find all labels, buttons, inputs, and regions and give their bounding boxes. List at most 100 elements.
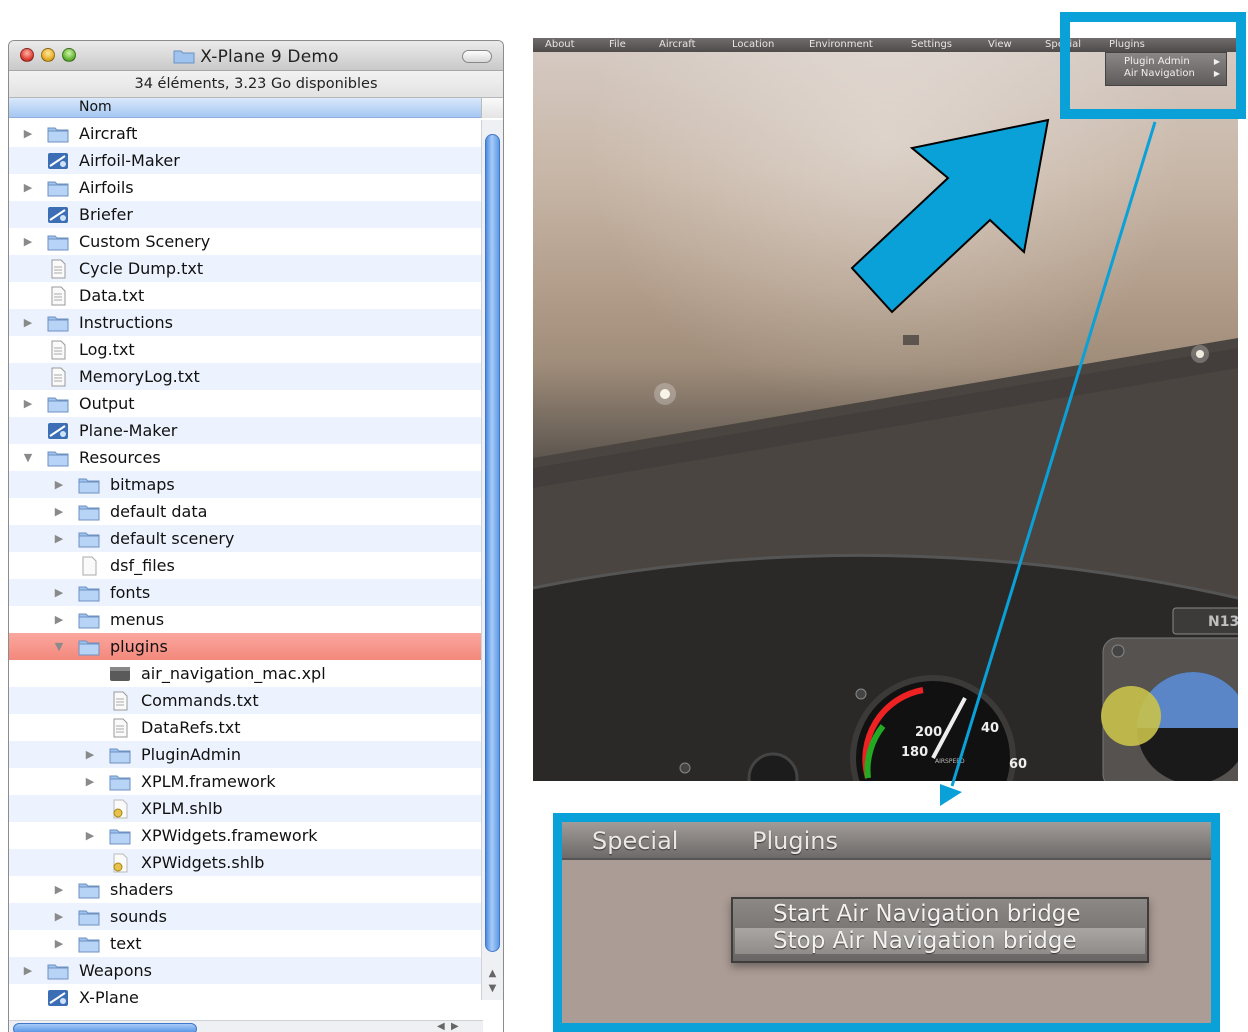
row-label: X-Plane [79,988,139,1007]
sim-menu-aircraft[interactable]: Aircraft [659,38,696,52]
folder-row[interactable]: ▶ shaders [9,876,483,903]
file-row[interactable]: X-Plane [9,984,483,1011]
xplane-sim-view: N13 200 180 40 60 AIRSPEED About File Airc… [533,38,1238,781]
folder-row[interactable]: ▼ plugins [9,633,483,660]
airspeed-label-40: 40 [981,721,999,736]
file-row[interactable]: XPLM.shlb [9,795,483,822]
column-header-corner [481,98,503,118]
airspeed-caption: AIRSPEED [935,758,965,765]
folder-icon [173,48,195,69]
window-title-text: X-Plane 9 Demo [200,47,339,67]
folder-row[interactable]: ▼ Resources [9,444,483,471]
folder-row[interactable]: ▶ fonts [9,579,483,606]
disclosure-closed-icon[interactable]: ▶ [52,930,66,957]
sim-menu-about[interactable]: About [545,38,575,52]
folder-row[interactable]: ▶ XPWidgets.framework [9,822,483,849]
sim-menu-file[interactable]: File [609,38,626,52]
disclosure-closed-icon[interactable]: ▶ [52,579,66,606]
file-row[interactable]: Data.txt [9,282,483,309]
disclosure-closed-icon[interactable]: ▶ [52,876,66,903]
airspeed-label-200: 200 [915,725,942,740]
folder-row[interactable]: ▶ Aircraft [9,120,483,147]
sim-menu-location[interactable]: Location [732,38,774,52]
file-row[interactable]: DataRefs.txt [9,714,483,741]
file-row[interactable]: Log.txt [9,336,483,363]
disclosure-open-icon[interactable]: ▼ [21,444,35,471]
stop-bridge-menu-item[interactable]: Stop Air Navigation bridge [735,928,1145,954]
row-label: sounds [110,907,167,926]
folder-row[interactable]: ▶ XPLM.framework [9,768,483,795]
folder-row[interactable]: ▶ default data [9,498,483,525]
disclosure-closed-icon[interactable]: ▶ [52,606,66,633]
disclosure-closed-icon[interactable]: ▶ [21,228,35,255]
disclosure-closed-icon[interactable]: ▶ [21,174,35,201]
folder-row[interactable]: ▶ bitmaps [9,471,483,498]
vertical-scroll-thumb[interactable] [485,134,500,952]
vertical-scrollbar[interactable]: ▲ ▼ [481,120,503,1000]
file-row[interactable]: dsf_files [9,552,483,579]
sim-menu-environment[interactable]: Environment [809,38,873,52]
row-label: MemoryLog.txt [79,367,200,386]
folder-row[interactable]: ▶ text [9,930,483,957]
disclosure-closed-icon[interactable]: ▶ [21,390,35,417]
row-label: Instructions [79,313,173,332]
disclosure-open-icon[interactable]: ▼ [52,633,66,660]
row-label: air_navigation_mac.xpl [141,664,326,683]
column-header[interactable]: Nom [9,98,503,118]
disclosure-closed-icon[interactable]: ▶ [21,120,35,147]
file-row[interactable]: Plane-Maker [9,417,483,444]
folder-row[interactable]: ▶ Output [9,390,483,417]
disclosure-closed-icon[interactable]: ▶ [52,498,66,525]
scroll-down-arrow-icon[interactable]: ▼ [486,982,499,995]
scroll-right-arrow-icon[interactable]: ▶ [451,1021,459,1032]
scroll-left-arrow-icon[interactable]: ◀ [437,1021,445,1032]
air-navigation-submenu: Start Air Navigation bridge Stop Air Nav… [731,897,1149,963]
file-row[interactable]: Commands.txt [9,687,483,714]
finder-titlebar[interactable]: X-Plane 9 Demo [9,41,503,71]
file-row[interactable]: Airfoil-Maker [9,147,483,174]
horizontal-scroll-thumb[interactable] [13,1023,197,1032]
distant-aircraft-icon [903,335,919,345]
file-row[interactable]: Cycle Dump.txt [9,255,483,282]
folder-row[interactable]: ▶ Airfoils [9,174,483,201]
row-label: XPLM.shlb [141,799,223,818]
disclosure-closed-icon[interactable]: ▶ [83,822,97,849]
folder-row[interactable]: ▶ Custom Scenery [9,228,483,255]
airspeed-label-180: 180 [901,745,928,760]
disclosure-closed-icon[interactable]: ▶ [21,957,35,984]
start-bridge-menu-item[interactable]: Start Air Navigation bridge [773,901,1081,927]
screenshot-root: { "finder": { "title": "X-Plane 9 Demo",… [0,0,1248,1032]
disclosure-closed-icon[interactable]: ▶ [83,741,97,768]
sim-menu-view[interactable]: View [988,38,1012,52]
file-row[interactable]: Briefer [9,201,483,228]
folder-row[interactable]: ▶ Weapons [9,957,483,984]
file-row[interactable]: air_navigation_mac.xpl [9,660,483,687]
row-label: Data.txt [79,286,145,305]
row-label: Briefer [79,205,133,224]
disclosure-closed-icon[interactable]: ▶ [21,309,35,336]
row-label: XPWidgets.framework [141,826,318,845]
row-label: Plane-Maker [79,421,178,440]
disclosure-closed-icon[interactable]: ▶ [52,471,66,498]
folder-row[interactable]: ▶ default scenery [9,525,483,552]
column-name-label[interactable]: Nom [79,99,112,115]
scroll-up-arrow-icon[interactable]: ▲ [486,967,499,980]
row-label: Resources [79,448,161,467]
file-row[interactable]: MemoryLog.txt [9,363,483,390]
horizontal-scrollbar[interactable]: ◀ ▶ [9,1020,483,1032]
file-row[interactable]: XPWidgets.shlb [9,849,483,876]
disclosure-closed-icon[interactable]: ▶ [52,525,66,552]
sim-menu-settings[interactable]: Settings [911,38,952,52]
toolbar-toggle-button[interactable] [462,50,492,63]
connector-arrowhead-icon [940,784,962,806]
zoom-menu-plugins[interactable]: Plugins [752,827,838,855]
folder-row[interactable]: ▶ menus [9,606,483,633]
folder-row[interactable]: ▶ Instructions [9,309,483,336]
row-label: plugins [110,637,168,656]
disclosure-closed-icon[interactable]: ▶ [83,768,97,795]
folder-row[interactable]: ▶ PluginAdmin [9,741,483,768]
row-label: menus [110,610,165,629]
disclosure-closed-icon[interactable]: ▶ [52,903,66,930]
folder-row[interactable]: ▶ sounds [9,903,483,930]
zoom-menu-special[interactable]: Special [592,827,678,855]
